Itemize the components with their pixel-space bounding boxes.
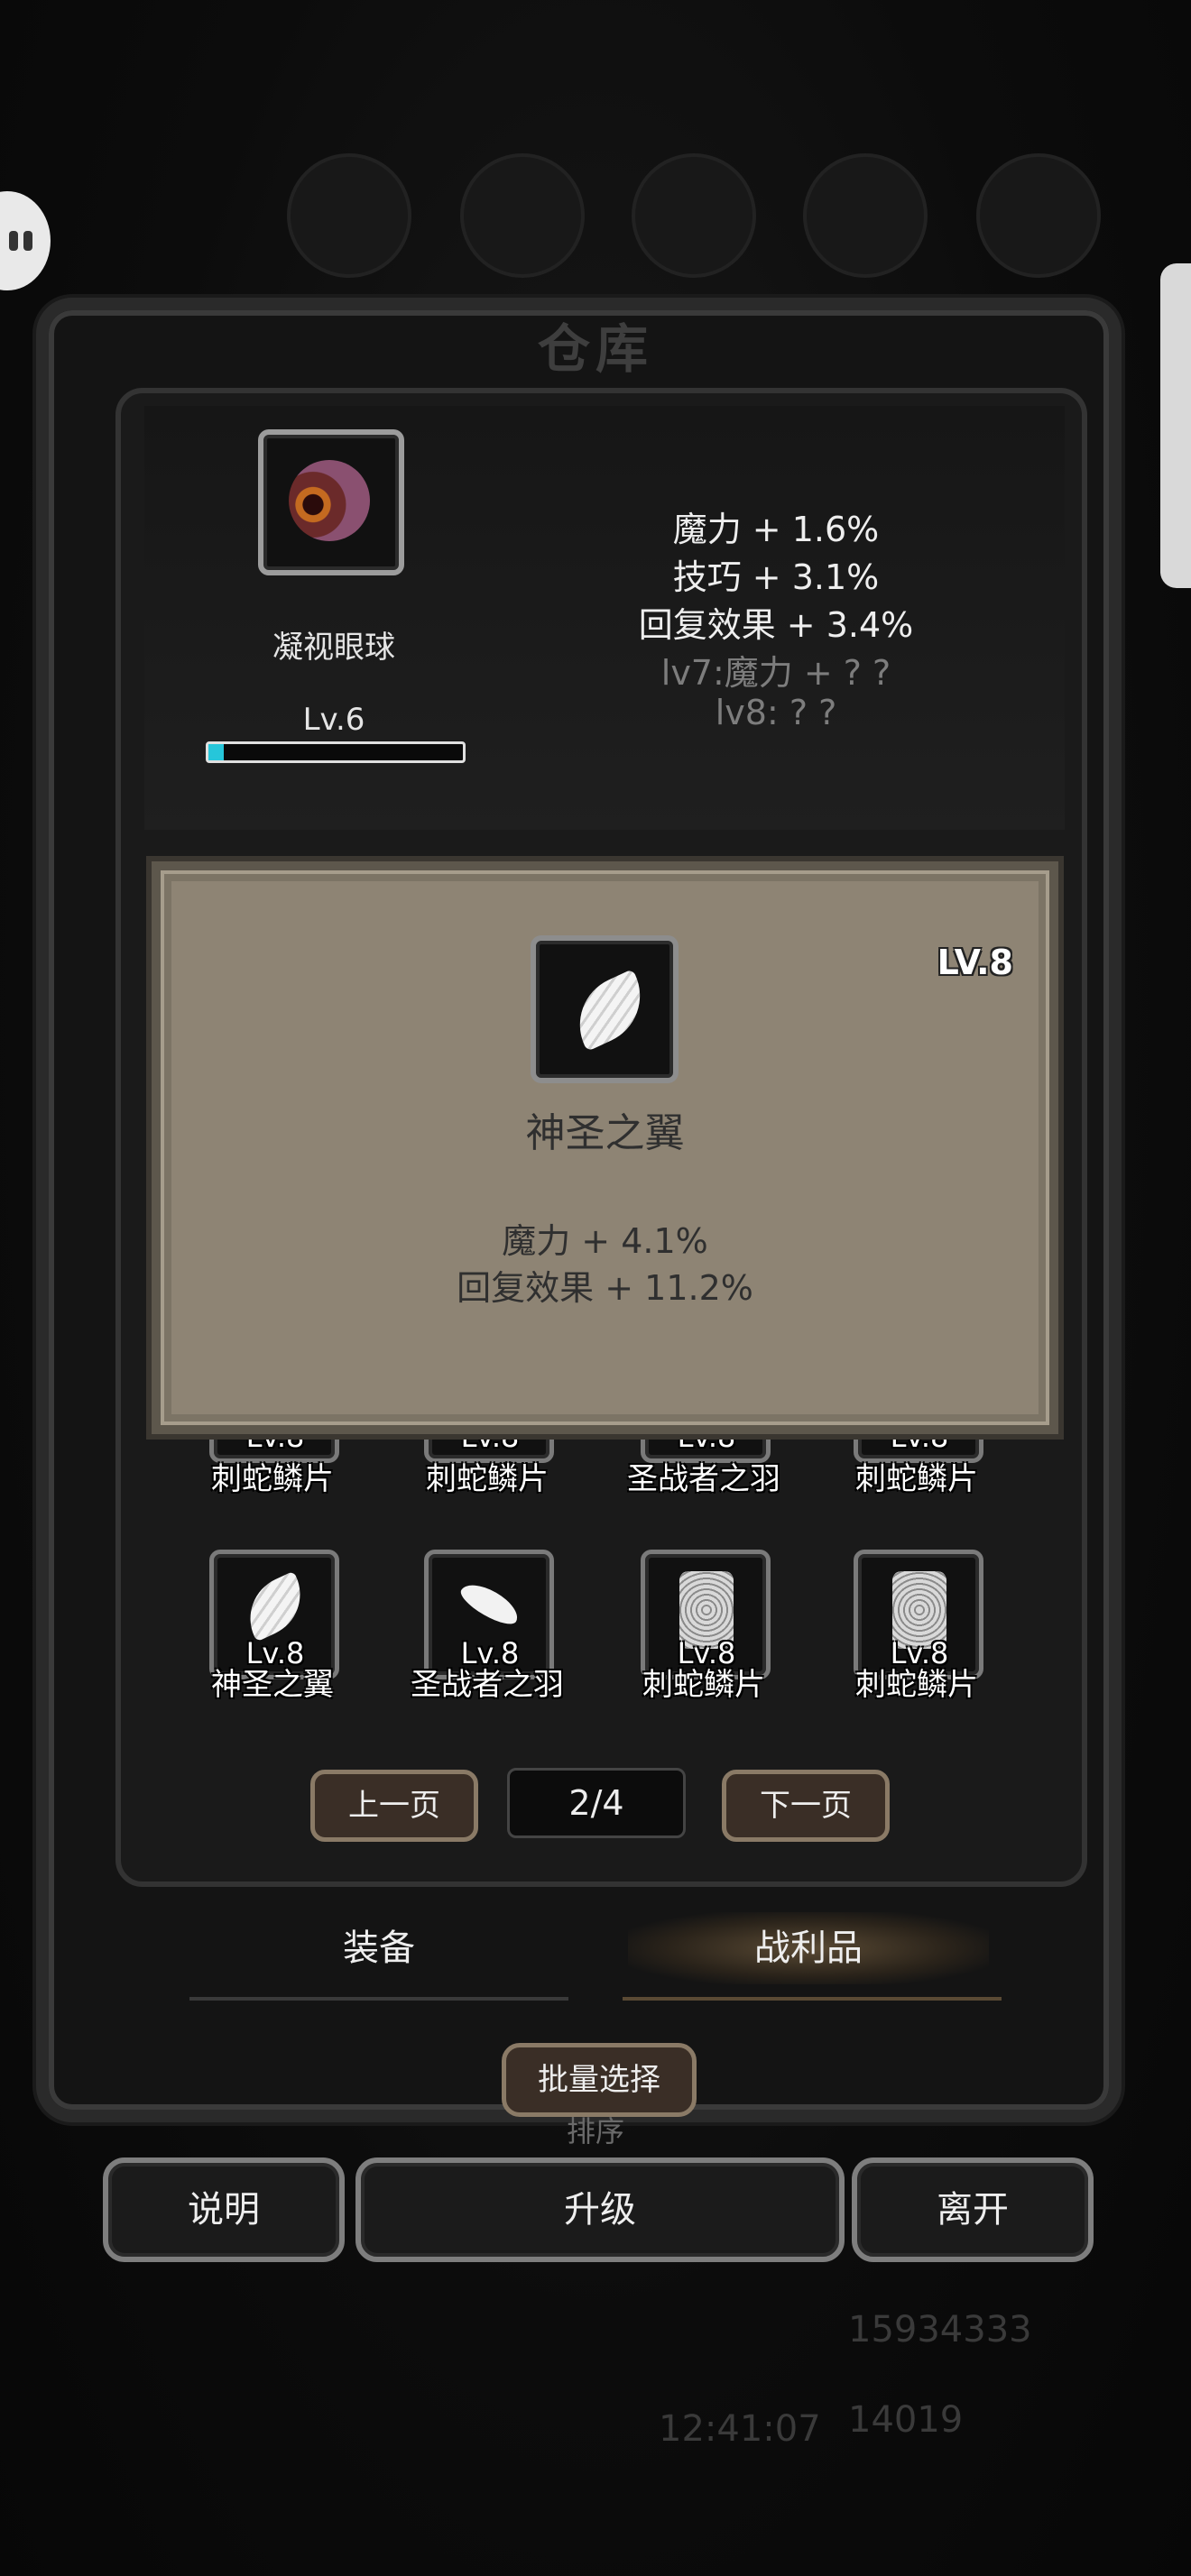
popup-item-name: 神圣之翼: [525, 1110, 685, 1156]
level-progress-fill: [208, 744, 224, 760]
selected-item-name: 凝视眼球: [272, 630, 395, 666]
sort-button[interactable]: 排序: [541, 2109, 650, 2150]
tab-divider: [189, 1997, 568, 2001]
upgrade-button[interactable]: 升级: [355, 2157, 845, 2262]
bg-gems: 14019: [848, 2399, 964, 2441]
next-page-button[interactable]: 下一页: [722, 1770, 890, 1842]
wing-icon: [563, 969, 657, 1052]
stat-line: 回复效果 + 3.4%: [638, 605, 914, 645]
bg-skill-icon: [632, 153, 756, 278]
page-indicator: 2/4: [507, 1768, 686, 1838]
tab-equipment[interactable]: 装备: [198, 1912, 559, 1984]
slot-name: 刺蛇鳞片: [426, 1461, 549, 1497]
popup-stat-line: 魔力 + 4.1%: [502, 1221, 708, 1261]
slot-name: 圣战者之羽: [627, 1461, 780, 1497]
batch-select-button[interactable]: 批量选择: [502, 2043, 697, 2117]
prev-page-button[interactable]: 上一页: [310, 1770, 478, 1842]
eyeball-icon: [289, 460, 370, 541]
stat-line: 技巧 + 3.1%: [672, 557, 880, 597]
locked-stat-line: lv8: ? ?: [715, 693, 837, 732]
stat-line: 魔力 + 1.6%: [672, 510, 880, 549]
tab-loot[interactable]: 战利品: [628, 1912, 989, 1984]
tab-divider: [623, 1997, 1002, 2001]
leave-button[interactable]: 离开: [852, 2157, 1094, 2262]
bg-skill-icon: [803, 153, 928, 278]
popup-item-slot: [531, 935, 679, 1083]
locked-stat-line: lv7:魔力 + ? ?: [660, 653, 891, 693]
bg-skill-icon: [287, 153, 411, 278]
bg-coins: 15934333: [848, 2309, 1032, 2351]
popup-stat-line: 回复效果 + 11.2%: [457, 1268, 753, 1308]
page-title: 仓库: [537, 318, 653, 380]
slot-name: 神圣之翼: [211, 1667, 334, 1703]
selected-item-slot[interactable]: [258, 429, 404, 575]
slot-name: 圣战者之羽: [411, 1667, 564, 1703]
slot-name: 刺蛇鳞片: [855, 1667, 978, 1703]
bg-clock: 12:41:07: [659, 2408, 821, 2450]
slot-name: 刺蛇鳞片: [211, 1461, 334, 1497]
item-detail-popup[interactable]: LV.8 神圣之翼 魔力 + 4.1% 回复效果 + 11.2%: [152, 861, 1058, 1434]
level-progress-bar: [206, 741, 466, 763]
selected-item-level: Lv.6: [302, 702, 365, 738]
popup-level: LV.8: [937, 943, 1013, 982]
slot-name: 刺蛇鳞片: [642, 1667, 765, 1703]
slot-name: 刺蛇鳞片: [855, 1461, 978, 1497]
bg-skill-icon: [460, 153, 585, 278]
help-button[interactable]: 说明: [103, 2157, 345, 2262]
bg-skill-icon: [976, 153, 1101, 278]
